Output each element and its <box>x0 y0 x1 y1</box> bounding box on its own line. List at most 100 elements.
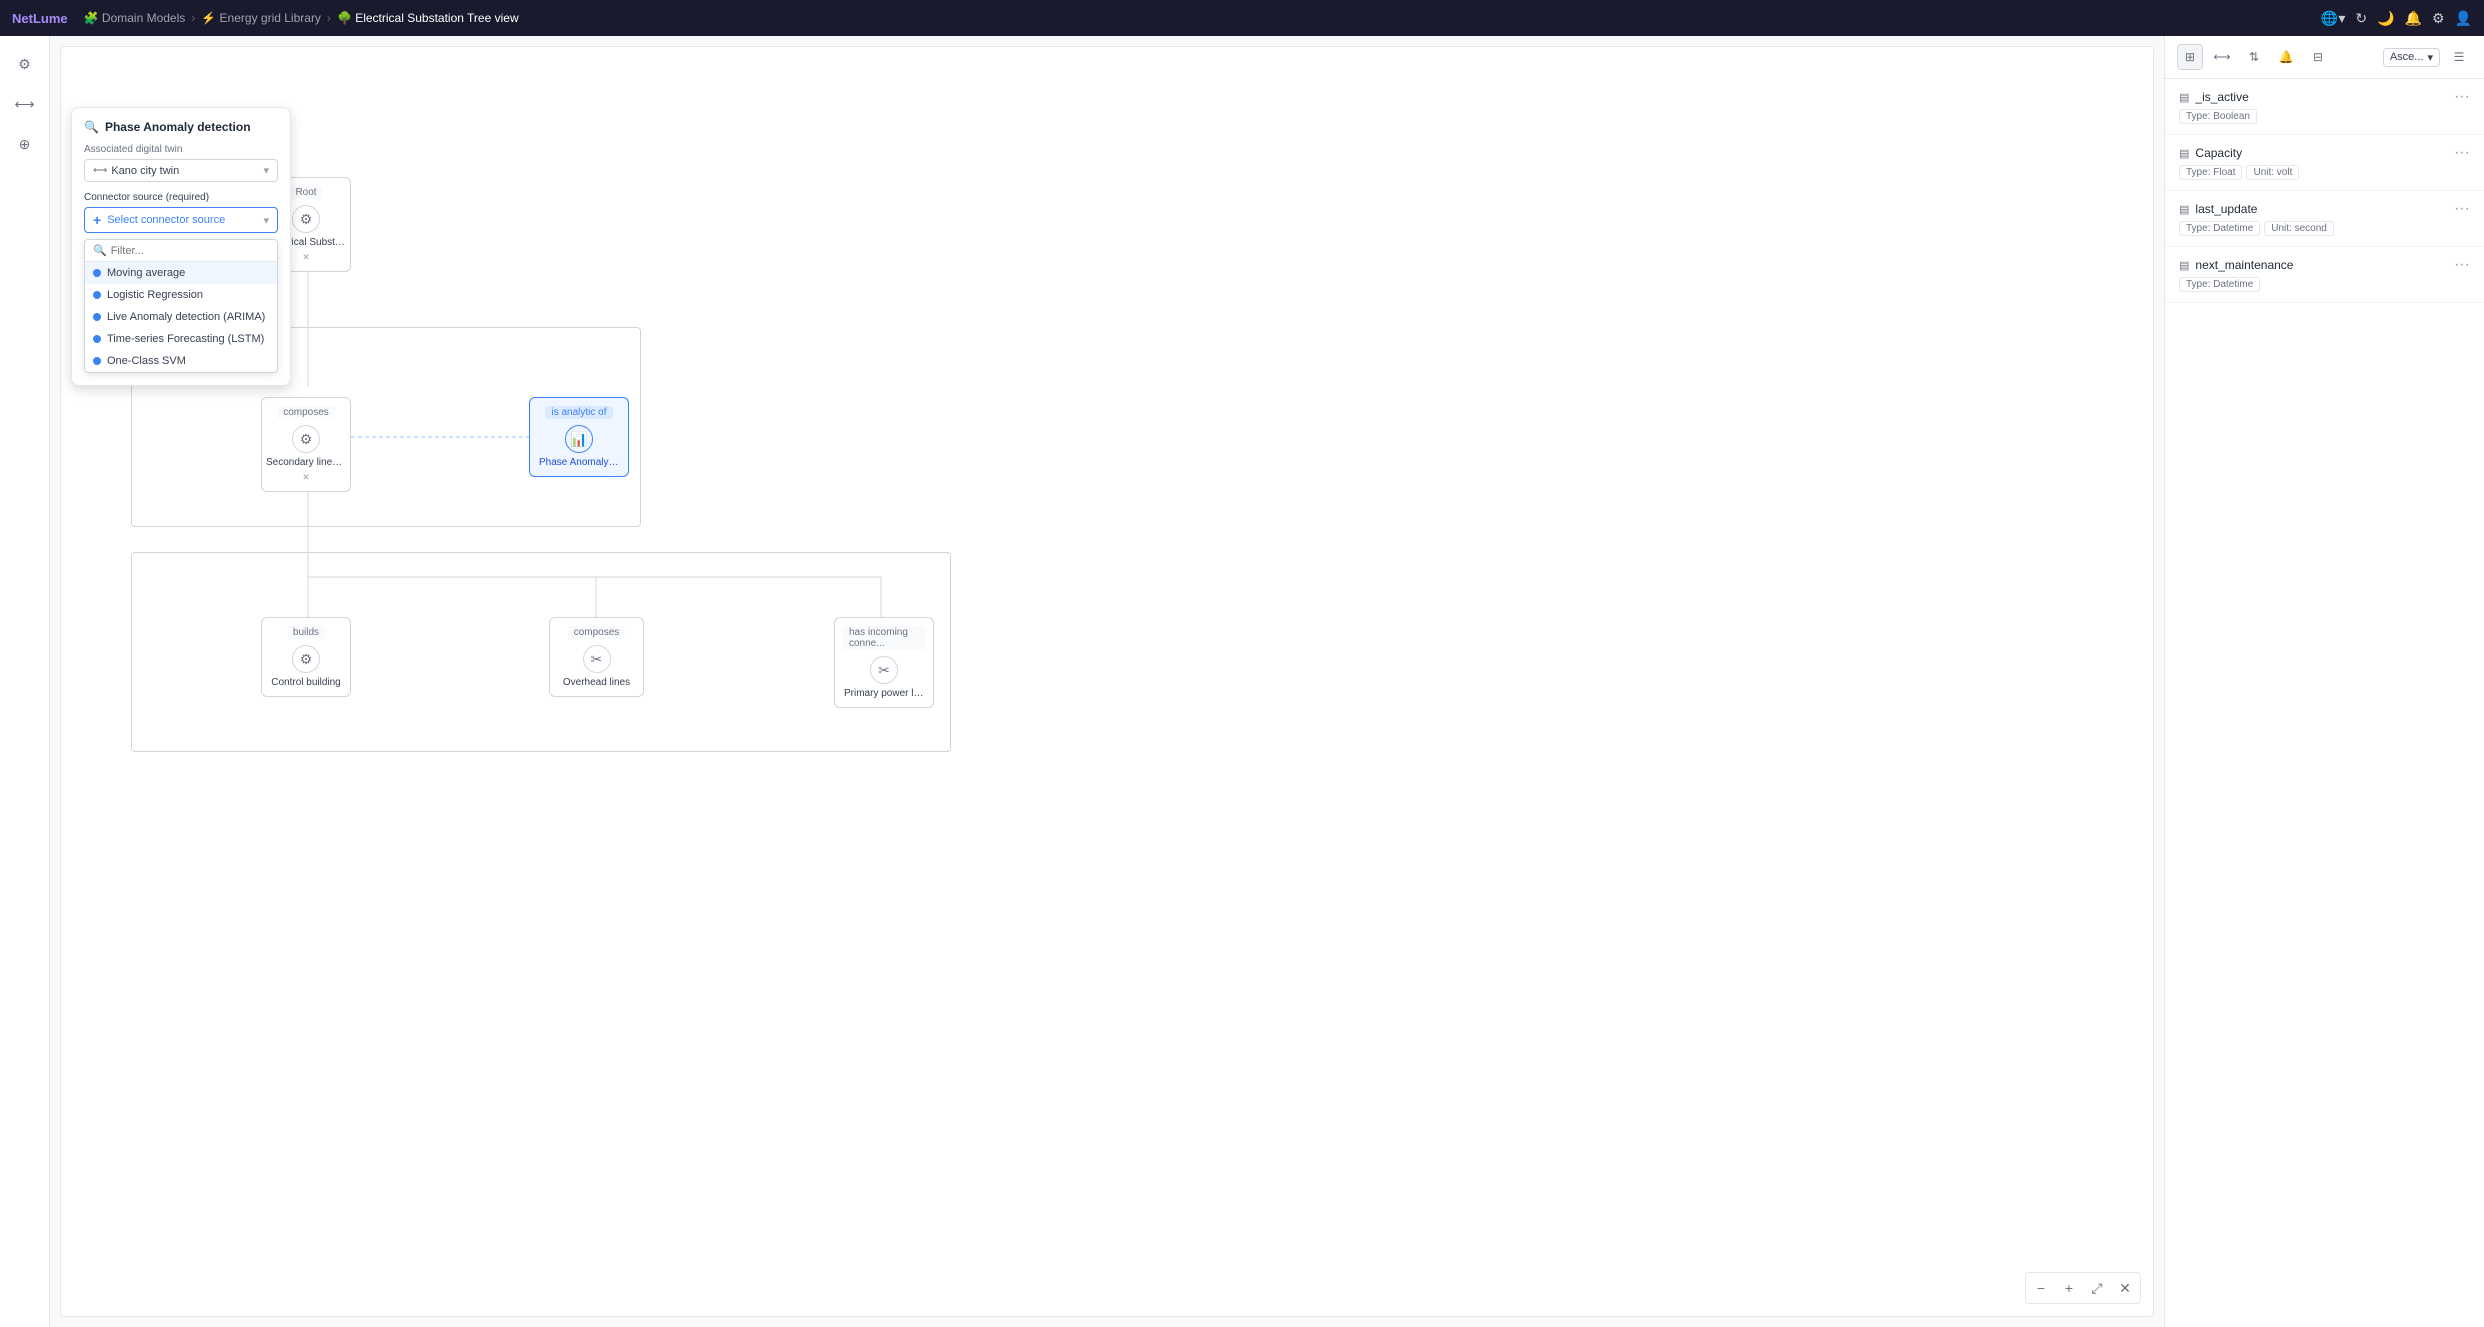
overhead-node[interactable]: composes ✂ Overhead lines <box>549 617 644 697</box>
overhead-icon: ✂ <box>583 645 611 673</box>
breadcrumb-current-page: 🌳 Electrical Substation Tree view <box>337 11 519 25</box>
analytic-relation-label: is analytic of <box>545 406 612 419</box>
prop-next-maintenance-label: next_maintenance <box>2195 258 2293 272</box>
globe-icon[interactable]: 🌐▾ <box>2321 10 2345 27</box>
option-label-2: Logistic Regression <box>107 289 203 301</box>
option-label-3: Live Anomaly detection (ARIMA) <box>107 311 265 323</box>
popup-dropdown: 🔍 Moving average Logistic Regression Liv… <box>84 239 278 373</box>
prop-capacity-more[interactable]: ··· <box>2454 145 2470 161</box>
prop-last-update-more[interactable]: ··· <box>2454 201 2470 217</box>
twin-value: Kano city twin <box>111 165 179 177</box>
prop-last-update-tags: Type: Datetime Unit: second <box>2179 221 2470 236</box>
root-icon: ⚙ <box>292 205 320 233</box>
prop-is-active-icon: ▤ <box>2179 91 2189 104</box>
control-icon: ⚙ <box>292 645 320 673</box>
option-label-5: One-Class SVM <box>107 355 186 367</box>
rp-sort-icon[interactable]: ⇅ <box>2241 44 2267 70</box>
secondary-node[interactable]: composes ⚙ Secondary lines s... ✕ <box>261 397 351 492</box>
select-plus-icon: + <box>93 212 101 228</box>
prop-capacity-tags: Type: Float Unit: volt <box>2179 165 2470 180</box>
prop-is-active-label: _is_active <box>2195 90 2248 104</box>
primary-relation-label: has incoming conne... <box>843 626 925 650</box>
prop-capacity-name: ▤ Capacity <box>2179 146 2242 160</box>
rp-list-view-icon[interactable]: ☰ <box>2446 44 2472 70</box>
popup-select-btn[interactable]: + Select connector source ▾ <box>84 207 278 233</box>
popup-dt-label: Associated digital twin <box>84 144 278 155</box>
theme-icon[interactable]: 🌙 <box>2377 10 2394 27</box>
navbar: NetLume 🧩 Domain Models › ⚡ Energy grid … <box>0 0 2484 36</box>
prop-capacity-unit-tag: Unit: volt <box>2246 165 2299 180</box>
rp-sort-label: Asce... <box>2390 51 2424 63</box>
root-label: Root <box>289 186 322 199</box>
option-dot-1 <box>93 269 101 277</box>
prop-next-maintenance-more[interactable]: ··· <box>2454 257 2470 273</box>
primary-icon: ✂ <box>870 656 898 684</box>
breadcrumb: 🧩 Domain Models › ⚡ Energy grid Library … <box>84 11 519 25</box>
secondary-close-btn[interactable]: ✕ <box>302 472 310 483</box>
control-node[interactable]: builds ⚙ Control building <box>261 617 351 697</box>
zoom-fit-btn[interactable]: ⤢ <box>2085 1276 2109 1300</box>
brand-label[interactable]: NetLume <box>12 11 68 26</box>
popup-connector-label: Connector source (required) <box>84 192 278 203</box>
rp-minus-icon[interactable]: ⊟ <box>2305 44 2331 70</box>
group-box-2 <box>131 552 951 752</box>
rp-sort-chevron: ▾ <box>2427 51 2433 64</box>
zoom-controls: − + ⤢ ✕ <box>2025 1272 2141 1304</box>
prop-capacity-icon: ▤ <box>2179 147 2189 160</box>
option-timeseries[interactable]: Time-series Forecasting (LSTM) <box>85 328 277 350</box>
breadcrumb-sep-1: › <box>191 11 195 25</box>
popup-header: 🔍 Phase Anomaly detection <box>84 120 278 134</box>
rp-sort-dropdown[interactable]: Asce... ▾ <box>2383 48 2440 67</box>
settings-nav-icon[interactable]: ⚙ <box>2432 10 2445 27</box>
zoom-out-btn[interactable]: − <box>2029 1276 2053 1300</box>
prop-next-maintenance-type-tag: Type: Datetime <box>2179 277 2260 292</box>
user-icon[interactable]: 👤 <box>2455 10 2472 27</box>
option-label-4: Time-series Forecasting (LSTM) <box>107 333 264 345</box>
prop-last-update-label: last_update <box>2195 202 2257 216</box>
rp-connector-icon[interactable]: ⟷ <box>2209 44 2235 70</box>
option-one-class-svm[interactable]: One-Class SVM <box>85 350 277 372</box>
option-dot-2 <box>93 291 101 299</box>
select-placeholder: Select connector source <box>107 214 225 226</box>
right-panel: ⊞ ⟷ ⇅ 🔔 ⊟ Asce... ▾ ☰ ▤ _is_active ··· T… <box>2164 36 2484 1327</box>
option-moving-average[interactable]: Moving average <box>85 262 277 284</box>
zoom-in-btn[interactable]: + <box>2057 1276 2081 1300</box>
rp-grid-icon[interactable]: ⊞ <box>2177 44 2203 70</box>
canvas[interactable]: Root ⚙ Electrical Substat... ✕ composes … <box>60 46 2154 1317</box>
twin-icon: ⟷ <box>93 165 107 176</box>
prop-is-active-tags: Type: Boolean <box>2179 109 2470 124</box>
zoom-close-btn[interactable]: ✕ <box>2113 1276 2137 1300</box>
prop-capacity: ▤ Capacity ··· Type: Float Unit: volt <box>2165 135 2484 191</box>
secondary-name: Secondary lines s... <box>266 457 346 468</box>
phase-anomaly-popup: 🔍 Phase Anomaly detection Associated dig… <box>71 107 291 386</box>
root-close-btn[interactable]: ✕ <box>302 252 310 263</box>
prop-is-active-header: ▤ _is_active ··· <box>2179 89 2470 105</box>
rp-alert-icon[interactable]: 🔔 <box>2273 44 2299 70</box>
breadcrumb-domain-models[interactable]: 🧩 Domain Models <box>84 11 186 25</box>
select-chevron: ▾ <box>263 214 269 227</box>
prop-next-maintenance-name: ▤ next_maintenance <box>2179 258 2293 272</box>
analytic-name: Phase Anomaly d... <box>539 457 619 468</box>
prop-capacity-header: ▤ Capacity ··· <box>2179 145 2470 161</box>
prop-capacity-type-tag: Type: Float <box>2179 165 2242 180</box>
filter-container: 🔍 <box>85 240 277 262</box>
sidebar-split-icon[interactable]: ⊕ <box>9 128 41 160</box>
notification-icon[interactable]: 🔔 <box>2405 10 2422 27</box>
option-logistic-regression[interactable]: Logistic Regression <box>85 284 277 306</box>
prop-last-update: ▤ last_update ··· Type: Datetime Unit: s… <box>2165 191 2484 247</box>
analytic-node[interactable]: is analytic of 📊 Phase Anomaly d... <box>529 397 629 477</box>
filter-input[interactable] <box>111 245 269 257</box>
prop-last-update-icon: ▤ <box>2179 203 2189 216</box>
prop-is-active-more[interactable]: ··· <box>2454 89 2470 105</box>
prop-next-maintenance-tags: Type: Datetime <box>2179 277 2470 292</box>
sidebar-connector-icon[interactable]: ⟷ <box>9 88 41 120</box>
prop-capacity-label: Capacity <box>2195 146 2242 160</box>
popup-digital-twin-select[interactable]: ⟷ Kano city twin ▾ <box>84 159 278 182</box>
breadcrumb-energy-grid[interactable]: ⚡ Energy grid Library <box>201 11 321 25</box>
option-live-anomaly[interactable]: Live Anomaly detection (ARIMA) <box>85 306 277 328</box>
sidebar-settings-icon[interactable]: ⚙ <box>9 48 41 80</box>
rp-toolbar: ⊞ ⟷ ⇅ 🔔 ⊟ Asce... ▾ ☰ <box>2165 36 2484 79</box>
navbar-icons: 🌐▾ ↻ 🌙 🔔 ⚙ 👤 <box>2321 10 2472 27</box>
refresh-icon[interactable]: ↻ <box>2355 10 2367 27</box>
primary-node[interactable]: has incoming conne... ✂ Primary power li… <box>834 617 934 708</box>
